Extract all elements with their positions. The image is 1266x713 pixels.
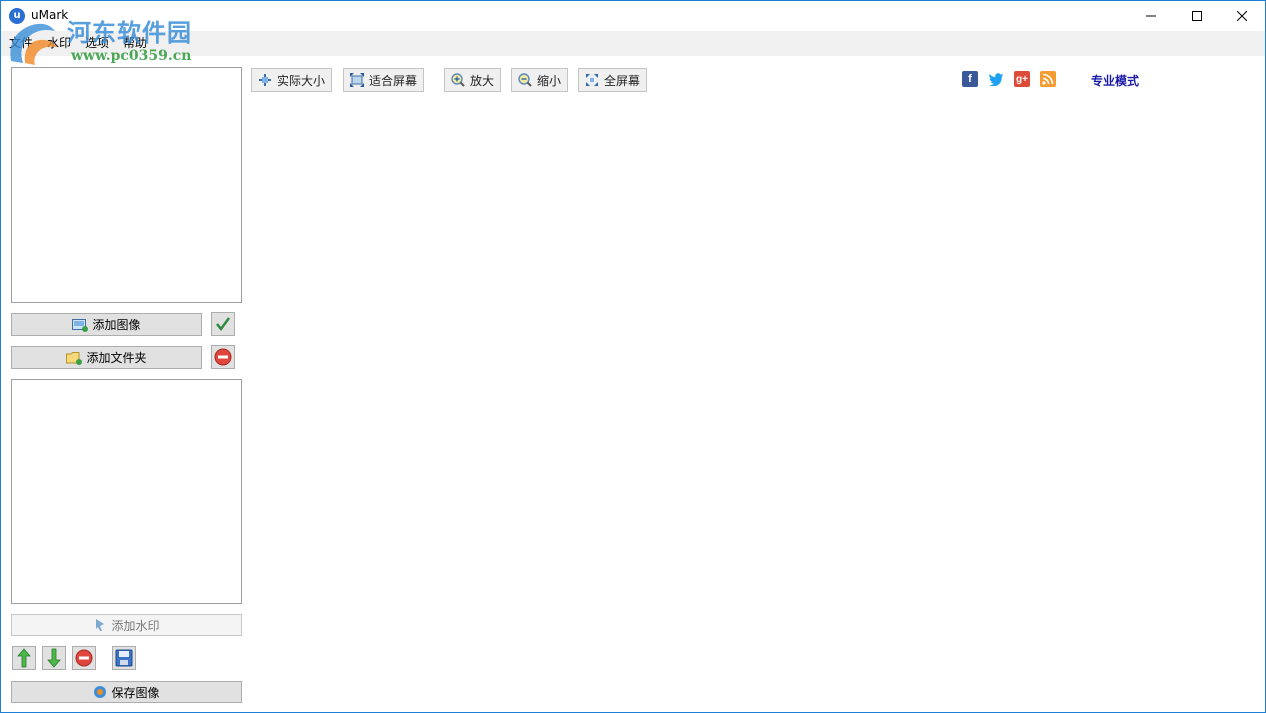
window-title: uMark: [31, 8, 69, 22]
menu-watermark[interactable]: 水印: [47, 34, 71, 51]
save-template-button[interactable]: [112, 646, 136, 670]
fullscreen-button[interactable]: 全屏幕: [578, 68, 648, 92]
menu-file[interactable]: 文件: [9, 34, 33, 51]
remove-image-button[interactable]: [211, 345, 235, 369]
zoom-out-button[interactable]: 缩小: [511, 68, 569, 92]
facebook-icon[interactable]: f: [962, 71, 978, 87]
actual-size-label: 实际大小: [277, 73, 326, 88]
zoom-in-button[interactable]: 放大: [444, 68, 502, 92]
move-down-button[interactable]: [42, 646, 66, 670]
zoom-out-label: 缩小: [537, 73, 562, 88]
add-watermark-button[interactable]: 添加水印: [11, 614, 242, 636]
app-icon: u: [9, 8, 25, 24]
zoom-out-icon: [518, 73, 532, 87]
menu-help[interactable]: 帮助: [123, 34, 147, 51]
pro-mode-link[interactable]: 专业模式: [1091, 72, 1139, 89]
save-image-label: 保存图像: [111, 685, 160, 700]
arrow-up-icon: [17, 648, 31, 668]
save-image-button[interactable]: 保存图像: [11, 681, 242, 703]
image-list[interactable]: [11, 67, 242, 303]
fit-screen-button[interactable]: 适合屏幕: [343, 68, 425, 92]
app-window: u uMark 文件 水印 选项 帮助 河东软件园 www.pc0359.cn: [0, 0, 1266, 713]
watermark-list[interactable]: [11, 379, 242, 604]
fit-screen-icon: [350, 73, 364, 87]
fit-screen-label: 适合屏幕: [369, 73, 418, 88]
fullscreen-label: 全屏幕: [604, 73, 641, 88]
delete-watermark-button[interactable]: [72, 646, 96, 670]
minimize-icon: [1146, 15, 1156, 17]
maximize-button[interactable]: [1174, 1, 1220, 31]
pin-icon: [96, 619, 105, 631]
minus-circle-icon: [75, 649, 93, 667]
actual-size-button[interactable]: 实际大小: [251, 68, 333, 92]
add-image-label: 添加图像: [92, 318, 141, 332]
check-icon: [216, 317, 231, 332]
preview-canvas[interactable]: [251, 99, 1261, 707]
rss-icon[interactable]: [1040, 71, 1056, 87]
add-watermark-label: 添加水印: [111, 618, 160, 633]
close-button[interactable]: [1219, 1, 1265, 31]
google-plus-icon[interactable]: g+: [1014, 71, 1030, 87]
menu-bar: 文件 水印 选项 帮助: [1, 31, 1265, 56]
zoom-in-label: 放大: [470, 73, 495, 88]
title-bar: u uMark: [1, 1, 1265, 31]
fullscreen-icon: [586, 74, 598, 86]
floppy-icon: [115, 649, 133, 667]
move-up-button[interactable]: [12, 646, 36, 670]
zoom-in-icon: [451, 73, 465, 87]
add-image-button[interactable]: 添加图像: [11, 313, 202, 336]
confirm-button[interactable]: [211, 312, 235, 336]
actual-size-icon: [259, 74, 271, 86]
close-icon: [1237, 11, 1247, 21]
minus-circle-icon: [214, 348, 232, 366]
save-image-icon: [94, 686, 107, 698]
maximize-icon: [1192, 11, 1202, 21]
menu-options[interactable]: 选项: [85, 34, 109, 51]
add-folder-button[interactable]: 添加文件夹: [11, 346, 202, 369]
minimize-button[interactable]: [1128, 1, 1174, 31]
twitter-icon[interactable]: [988, 71, 1004, 87]
add-folder-icon: [66, 351, 83, 365]
add-image-icon: [72, 318, 89, 332]
add-folder-label: 添加文件夹: [86, 351, 147, 365]
arrow-down-icon: [47, 648, 61, 668]
